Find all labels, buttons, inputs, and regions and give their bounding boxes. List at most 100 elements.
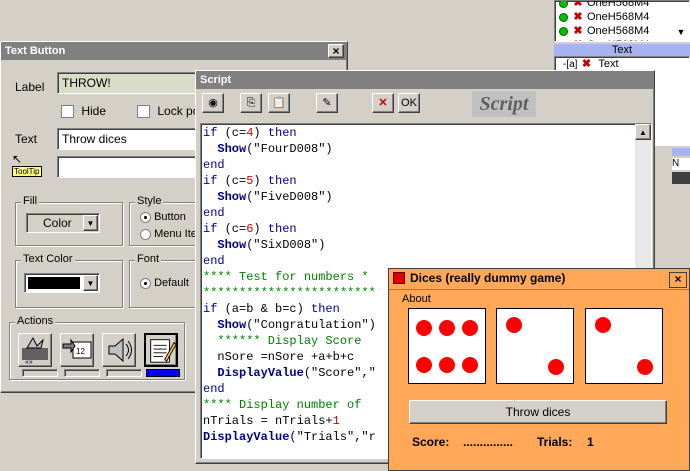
code-line: end xyxy=(203,253,376,269)
code-token: DisplayValue xyxy=(203,430,290,444)
code-token: ("Trials","r xyxy=(289,430,376,444)
die-1 xyxy=(408,308,486,384)
object-tree-list[interactable]: ✖OneH568M4✖OneH568M4✖OneH568M4✖OneH568M4… xyxy=(554,0,690,42)
code-token: if xyxy=(203,222,225,236)
radio-unselected-icon[interactable] xyxy=(140,228,151,240)
action-script-button[interactable] xyxy=(144,333,178,367)
fill-select[interactable]: Color ▼ xyxy=(26,213,100,233)
dices-titlebar: Dices (really dummy game) × xyxy=(389,269,689,290)
radio-selected-icon[interactable] xyxy=(140,277,151,289)
hide-check-box[interactable] xyxy=(61,105,74,119)
code-line: Show("FiveD008") xyxy=(203,189,376,205)
text-button-close-button[interactable]: × xyxy=(328,44,344,58)
text-caption: Text xyxy=(15,132,38,146)
actions-group-label: Actions xyxy=(15,315,56,327)
code-line: end xyxy=(203,157,376,173)
text-button-titlebar: Text Button xyxy=(1,42,347,60)
script-cancel-button[interactable]: ✕ xyxy=(372,93,394,113)
style-button-radio[interactable]: Button xyxy=(140,211,186,223)
text-field[interactable]: Throw dices xyxy=(57,128,197,150)
font-group-label: Font xyxy=(135,253,162,265)
tree-row-label: OneH568M4 xyxy=(587,39,649,41)
actions-group: Actions «» 12 xyxy=(9,315,185,380)
close-icon: × xyxy=(674,272,682,286)
fill-group-label: Fill xyxy=(21,195,40,207)
throw-dices-button[interactable]: Throw dices xyxy=(409,400,667,424)
code-token: 1 xyxy=(332,414,340,428)
script-wizard-button[interactable]: ✎ xyxy=(316,93,338,113)
text-color-group: Text Color ▼ xyxy=(15,253,123,308)
style-menu-radio[interactable]: Menu Ite xyxy=(140,228,197,240)
explode-icon: «» xyxy=(22,336,48,366)
tree-row[interactable]: ✖OneH568M4 xyxy=(559,0,650,10)
code-token: end xyxy=(203,206,225,220)
code-token: if xyxy=(203,302,225,316)
paste-icon: 📋 xyxy=(272,97,286,109)
text-tree-item[interactable]: -[a] ✖ Text xyxy=(563,57,619,71)
code-token: ("FourD008") xyxy=(246,142,333,156)
code-token: Show xyxy=(217,190,247,204)
status-dot-icon xyxy=(559,40,568,41)
text-color-select[interactable]: ▼ xyxy=(24,273,100,293)
ok-label: OK xyxy=(401,97,417,109)
die-pip xyxy=(637,358,654,375)
script-logo: Script xyxy=(472,91,536,117)
text-item-label: Text xyxy=(598,58,619,70)
code-line: **** Display number of xyxy=(203,397,376,413)
tree-scroll-down-icon[interactable]: ▼ xyxy=(675,26,687,38)
action-goto-button[interactable]: 12 xyxy=(60,333,94,367)
chevron-down-icon[interactable]: ▼ xyxy=(83,215,98,231)
script-ok-button[interactable]: OK xyxy=(398,93,420,113)
dices-window: Dices (really dummy game) × About Throw … xyxy=(388,268,690,471)
label-field[interactable]: THROW! xyxy=(57,72,197,94)
tooltip-badge: ToolTip xyxy=(12,166,42,177)
code-token: if xyxy=(203,126,225,140)
tree-row[interactable]: ✖OneH568M4 xyxy=(559,24,649,38)
tree-row-label: OneH568M4 xyxy=(587,0,650,9)
fill-group: Fill Color ▼ xyxy=(15,195,123,246)
chevron-down-icon[interactable]: ▼ xyxy=(83,275,98,291)
dices-close-button[interactable]: × xyxy=(669,272,687,288)
tree-expand-icon: -[a] xyxy=(563,59,578,70)
script-title: Script xyxy=(200,74,232,86)
hide-checkbox[interactable]: Hide xyxy=(61,104,107,119)
status-dot-icon xyxy=(559,12,568,22)
code-line: if (c=4) then xyxy=(203,125,376,141)
style-button-label: Button xyxy=(154,211,186,223)
text-button-title: Text Button xyxy=(5,45,66,57)
red-x-icon: ✖ xyxy=(573,11,583,24)
about-menu[interactable]: About xyxy=(402,293,431,305)
code-line: Show("Congratulation") xyxy=(203,317,375,333)
code-line: ************************ xyxy=(203,285,376,301)
action-explode-button[interactable]: «» xyxy=(18,333,52,367)
tree-row[interactable]: ✖OneH568M4 xyxy=(559,38,649,41)
right-blue-bar xyxy=(672,148,690,156)
script-toolbar: ◉ ⎘ 📋 ✎ ✕ OK Script xyxy=(196,89,654,119)
radio-selected-icon[interactable] xyxy=(140,211,151,223)
tree-row[interactable]: ✖OneH568M4 xyxy=(559,10,649,24)
script-color-button[interactable]: ◉ xyxy=(202,93,224,113)
style-group-label: Style xyxy=(135,195,164,207)
code-token: end xyxy=(203,254,225,268)
tooltip-field[interactable] xyxy=(57,156,197,178)
script-paste-button[interactable]: 📋 xyxy=(268,93,290,113)
hide-label: Hide xyxy=(81,104,107,118)
font-default-radio[interactable]: Default xyxy=(140,277,189,289)
script-titlebar: Script xyxy=(196,71,654,89)
script-copy-button[interactable]: ⎘ xyxy=(240,93,262,113)
text-color-swatch xyxy=(28,277,80,289)
die-pip xyxy=(461,319,478,336)
style-menu-label: Menu Ite xyxy=(154,228,197,240)
scroll-up-button[interactable]: ▲ xyxy=(635,124,651,140)
red-x-icon: ✕ xyxy=(378,97,388,109)
score-label: Score: xyxy=(412,435,450,449)
svg-text:12: 12 xyxy=(76,347,85,356)
lock-check-box[interactable] xyxy=(137,105,150,119)
notepad-pen-icon xyxy=(150,339,177,363)
trials-value: 1 xyxy=(587,435,594,449)
status-dot-icon xyxy=(559,26,568,36)
code-token: ************************ xyxy=(203,286,376,300)
action-sound-button[interactable] xyxy=(102,333,136,367)
code-token: then xyxy=(267,174,297,188)
